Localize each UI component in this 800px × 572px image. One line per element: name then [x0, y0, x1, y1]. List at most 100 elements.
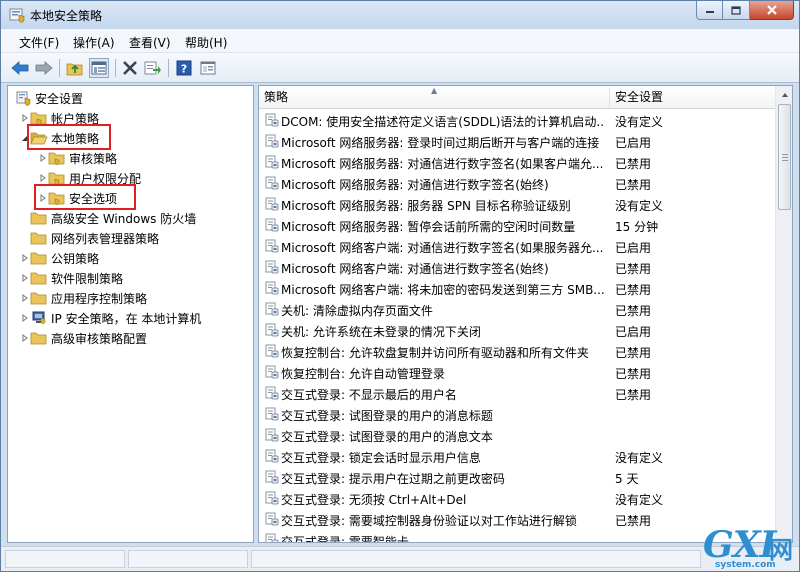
- policy-item-icon: [265, 491, 279, 505]
- tree-item-public-key[interactable]: 公钥策略: [20, 249, 99, 267]
- policy-name: 关机: 清除虚拟内存页面文件: [281, 304, 433, 318]
- expand-arrow-icon[interactable]: [38, 153, 48, 163]
- table-row[interactable]: Microsoft 网络服务器: 对通信进行数字签名(如果客户端允... 已禁用: [259, 152, 776, 173]
- tree-item-security-settings[interactable]: 安全设置: [16, 89, 83, 107]
- expand-arrow-icon[interactable]: [20, 113, 30, 123]
- back-button[interactable]: [10, 58, 30, 78]
- close-button[interactable]: [750, 1, 794, 20]
- table-row[interactable]: 交互式登录: 需要域控制器身份验证以对工作站进行解锁 已禁用: [259, 509, 776, 530]
- policy-item-icon: [265, 344, 279, 358]
- policy-name: Microsoft 网络客户端: 将未加密的密码发送到第三方 SMB...: [281, 283, 605, 297]
- table-row[interactable]: Microsoft 网络服务器: 登录时间过期后断开与客户端的连接 已启用: [259, 131, 776, 152]
- table-row[interactable]: 交互式登录: 锁定会话时显示用户信息 没有定义: [259, 446, 776, 467]
- policy-name: 交互式登录: 需要域控制器身份验证以对工作站进行解锁: [281, 514, 577, 528]
- column-header-setting[interactable]: 安全设置: [610, 86, 776, 109]
- tree-item-label: 应用程序控制策略: [51, 291, 148, 306]
- menu-file[interactable]: 文件(F): [19, 34, 59, 51]
- menu-view[interactable]: 查看(V): [129, 34, 171, 51]
- help-button[interactable]: ?: [174, 58, 194, 78]
- forward-button[interactable]: [34, 58, 54, 78]
- policy-item-icon: [265, 407, 279, 421]
- policy-setting: 已启用: [615, 325, 652, 339]
- table-row[interactable]: 恢复控制台: 允许自动管理登录 已禁用: [259, 362, 776, 383]
- tree-item-software-restriction[interactable]: 软件限制策略: [20, 269, 123, 287]
- scroll-up-icon: [781, 93, 788, 97]
- table-row[interactable]: Microsoft 网络客户端: 对通信进行数字签名(如果服务器允... 已启用: [259, 236, 776, 257]
- tree-item-label: 软件限制策略: [51, 271, 124, 286]
- table-row[interactable]: Microsoft 网络客户端: 对通信进行数字签名(始终) 已禁用: [259, 257, 776, 278]
- policy-item-icon: [265, 176, 279, 190]
- minimize-button[interactable]: [696, 1, 723, 20]
- menu-help[interactable]: 帮助(H): [185, 34, 227, 51]
- policy-item-icon: [265, 386, 279, 400]
- table-row[interactable]: 交互式登录: 试图登录的用户的消息标题: [259, 404, 776, 425]
- export-button[interactable]: [143, 58, 163, 78]
- show-hide-tree-button[interactable]: [89, 58, 109, 78]
- properties-button[interactable]: [198, 58, 218, 78]
- scroll-thumb[interactable]: [778, 104, 791, 210]
- toolbar-separator: [168, 59, 169, 77]
- folder-icon: [48, 172, 65, 185]
- table-row[interactable]: DCOM: 使用安全描述符定义语言(SDDL)语法的计算机启动... 没有定义: [259, 110, 776, 131]
- tree-item-audit-policy[interactable]: 审核策略: [38, 149, 117, 167]
- policy-name: Microsoft 网络服务器: 对通信进行数字签名(始终): [281, 178, 549, 192]
- table-row[interactable]: 交互式登录: 提示用户在过期之前更改密码 5 天: [259, 467, 776, 488]
- policy-name: Microsoft 网络客户端: 对通信进行数字签名(始终): [281, 262, 549, 276]
- window-title: 本地安全策略: [30, 9, 103, 23]
- tree-item-ip-security[interactable]: IP 安全策略，在 本地计算机: [20, 309, 201, 327]
- table-row[interactable]: Microsoft 网络服务器: 对通信进行数字签名(始终) 已禁用: [259, 173, 776, 194]
- tree-item-app-control[interactable]: 应用程序控制策略: [20, 289, 147, 307]
- policy-setting: 没有定义: [615, 493, 664, 507]
- policy-setting: 没有定义: [615, 451, 664, 465]
- security-settings-icon: [16, 91, 31, 106]
- policy-item-icon: [265, 260, 279, 274]
- expand-arrow-icon[interactable]: [20, 253, 30, 263]
- expand-arrow-icon[interactable]: [20, 273, 30, 283]
- policy-setting: 已启用: [615, 241, 652, 255]
- folder-icon: [30, 272, 47, 285]
- expand-arrow-icon[interactable]: [38, 173, 48, 183]
- expand-arrow-icon[interactable]: [20, 293, 30, 303]
- tree-item-network-list[interactable]: 网络列表管理器策略: [30, 229, 159, 247]
- title-bar[interactable]: 本地安全策略: [1, 1, 799, 29]
- policy-item-icon: [265, 134, 279, 148]
- tree-item-label: 高级安全 Windows 防火墙: [51, 211, 197, 226]
- policy-item-icon: [265, 365, 279, 379]
- policy-setting: 15 分钟: [615, 220, 659, 234]
- table-row[interactable]: 关机: 允许系统在未登录的情况下关闭 已启用: [259, 320, 776, 341]
- vertical-scrollbar[interactable]: [775, 86, 792, 542]
- ip-security-icon: [32, 311, 46, 325]
- tree-item-firewall[interactable]: 高级安全 Windows 防火墙: [30, 209, 196, 227]
- policy-item-icon: [265, 512, 279, 526]
- expand-arrow-icon[interactable]: [20, 313, 30, 323]
- table-row[interactable]: Microsoft 网络服务器: 服务器 SPN 目标名称验证级别 没有定义: [259, 194, 776, 215]
- scroll-up-button[interactable]: [777, 87, 792, 103]
- watermark-logo: GXI 网 system.com: [703, 524, 799, 572]
- policy-setting: 已禁用: [615, 178, 652, 192]
- table-row[interactable]: 关机: 清除虚拟内存页面文件 已禁用: [259, 299, 776, 320]
- policy-item-icon: [265, 239, 279, 253]
- table-row[interactable]: 交互式登录: 需要智能卡: [259, 530, 776, 542]
- table-row[interactable]: 交互式登录: 试图登录的用户的消息文本: [259, 425, 776, 446]
- table-row[interactable]: Microsoft 网络服务器: 暂停会话前所需的空闲时间数量 15 分钟: [259, 215, 776, 236]
- policy-item-icon: [265, 470, 279, 484]
- tree-item-advanced-audit[interactable]: 高级审核策略配置: [20, 329, 147, 347]
- list-header: 策略 ▲ 安全设置: [259, 86, 776, 109]
- folder-icon: [30, 252, 47, 265]
- table-row[interactable]: 交互式登录: 不显示最后的用户名 已禁用: [259, 383, 776, 404]
- menu-action[interactable]: 操作(A): [73, 34, 115, 51]
- expand-arrow-icon[interactable]: [20, 333, 30, 343]
- table-row[interactable]: Microsoft 网络客户端: 将未加密的密码发送到第三方 SMB... 已禁用: [259, 278, 776, 299]
- back-icon: [11, 61, 29, 75]
- highlight-box: [34, 184, 136, 210]
- delete-button[interactable]: [120, 58, 140, 78]
- window-controls: [696, 1, 794, 21]
- app-window: 本地安全策略 文件(F) 操作(A) 查看(V) 帮助(H) ? 安全设置 帐户…: [0, 0, 800, 572]
- table-row[interactable]: 恢复控制台: 允许软盘复制并访问所有驱动器和所有文件夹 已禁用: [259, 341, 776, 362]
- toolbar-separator: [59, 59, 60, 77]
- table-row[interactable]: 交互式登录: 无须按 Ctrl+Alt+Del 没有定义: [259, 488, 776, 509]
- maximize-button[interactable]: [723, 1, 750, 20]
- policy-item-icon: [265, 533, 279, 542]
- policy-name: 交互式登录: 不显示最后的用户名: [281, 388, 457, 402]
- up-folder-button[interactable]: [65, 58, 85, 78]
